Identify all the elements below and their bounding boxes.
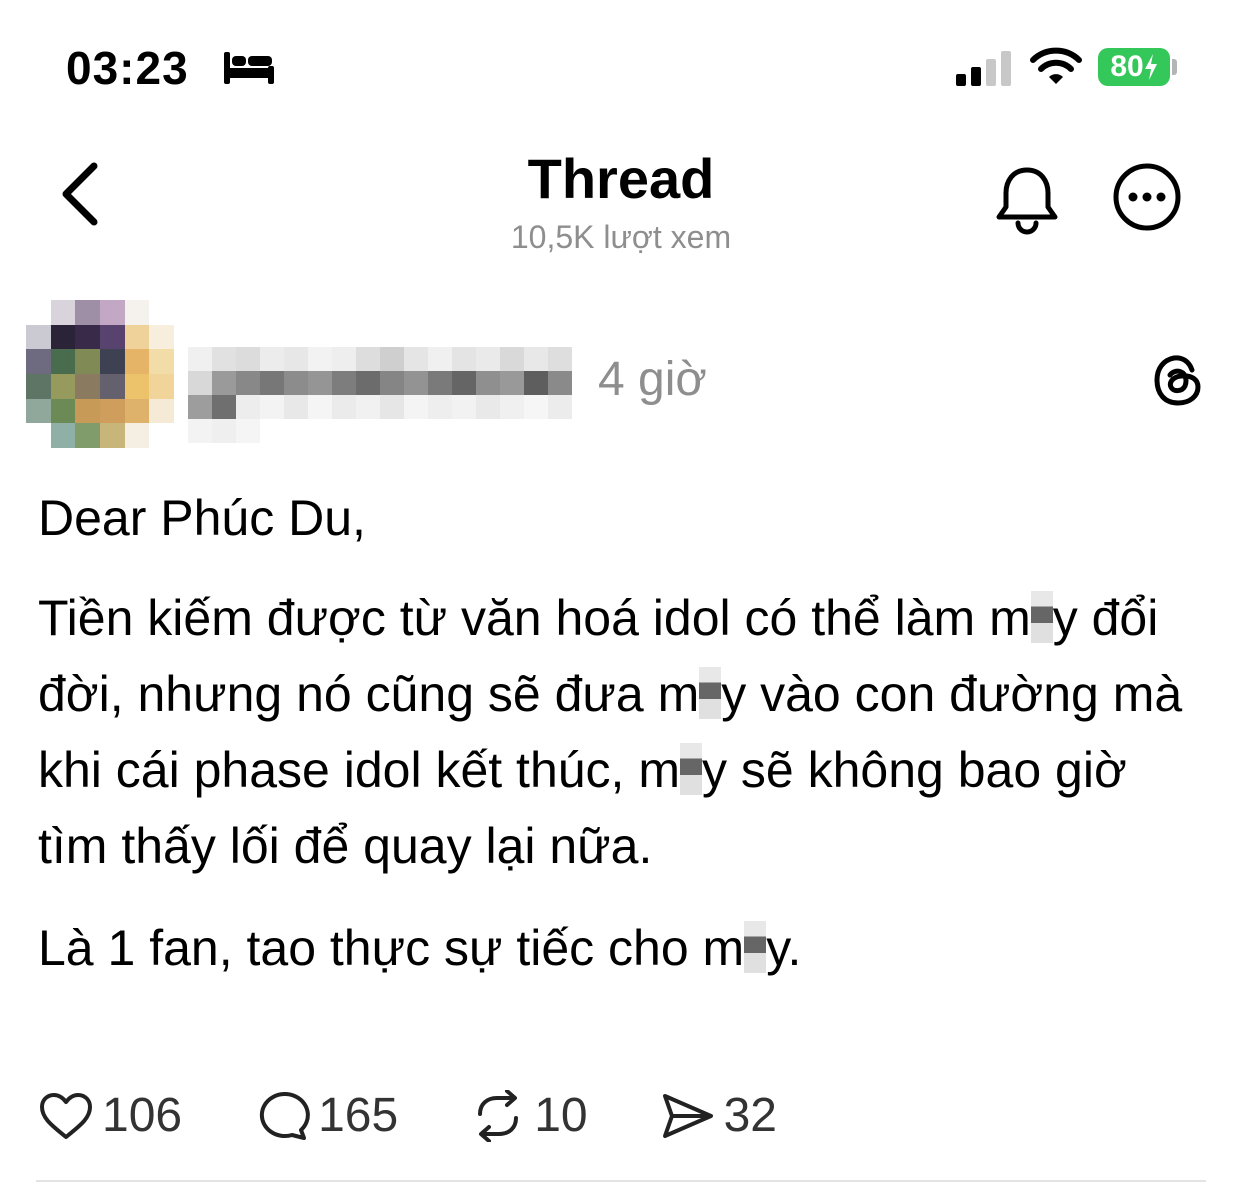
action-bar: 106 165 10 32: [38, 1086, 849, 1146]
battery-level: 80: [1110, 50, 1144, 83]
post-text-segment: Là 1 fan, tao thực sự tiếc cho m: [38, 920, 745, 976]
share-count: 32: [723, 1089, 777, 1142]
post-paragraph: Tiền kiếm được từ văn hoá idol có thể là…: [38, 580, 1208, 884]
repost-icon: [478, 1090, 519, 1142]
comment-button[interactable]: 165: [254, 1088, 398, 1144]
post-text-segment: Tiền kiếm được từ văn hoá idol có thể là…: [38, 590, 1031, 646]
status-time: 03:23: [66, 42, 189, 94]
post-body: Dear Phúc Du, Tiền kiếm được từ văn hoá …: [38, 480, 1208, 986]
signal-icon: [956, 51, 1011, 86]
censor-block: [680, 743, 702, 795]
post-paragraph: Là 1 fan, tao thực sự tiếc cho m y.: [38, 910, 1208, 986]
battery-tip: [1172, 59, 1177, 75]
bell-icon[interactable]: [994, 164, 1060, 236]
send-icon: [662, 1094, 713, 1138]
comment-icon: [259, 1092, 310, 1140]
like-count: 106: [102, 1089, 183, 1142]
charging-bolt-icon: [1144, 54, 1157, 80]
bed-icon: [224, 52, 274, 84]
censor-block: [744, 921, 767, 973]
repost-count: 10: [534, 1089, 588, 1142]
avatar[interactable]: [26, 300, 174, 448]
wifi-icon: [1030, 47, 1082, 84]
share-button[interactable]: 32: [660, 1088, 777, 1144]
heart-icon: [40, 1093, 92, 1139]
like-button[interactable]: 106: [38, 1088, 182, 1144]
post-time: 4 giờ: [598, 353, 707, 406]
censor-block: [1030, 591, 1053, 643]
username-redacted[interactable]: [188, 347, 586, 443]
post-text-segment: y.: [766, 920, 802, 976]
censor-block: [699, 667, 722, 719]
more-icon[interactable]: [1112, 162, 1182, 232]
threads-logo-icon: [1154, 355, 1201, 406]
repost-button[interactable]: 10: [470, 1088, 588, 1144]
comment-count: 165: [318, 1089, 399, 1142]
post-greeting: Dear Phúc Du,: [38, 490, 366, 546]
divider: [36, 1180, 1206, 1182]
battery-icon: 80: [1098, 48, 1170, 86]
